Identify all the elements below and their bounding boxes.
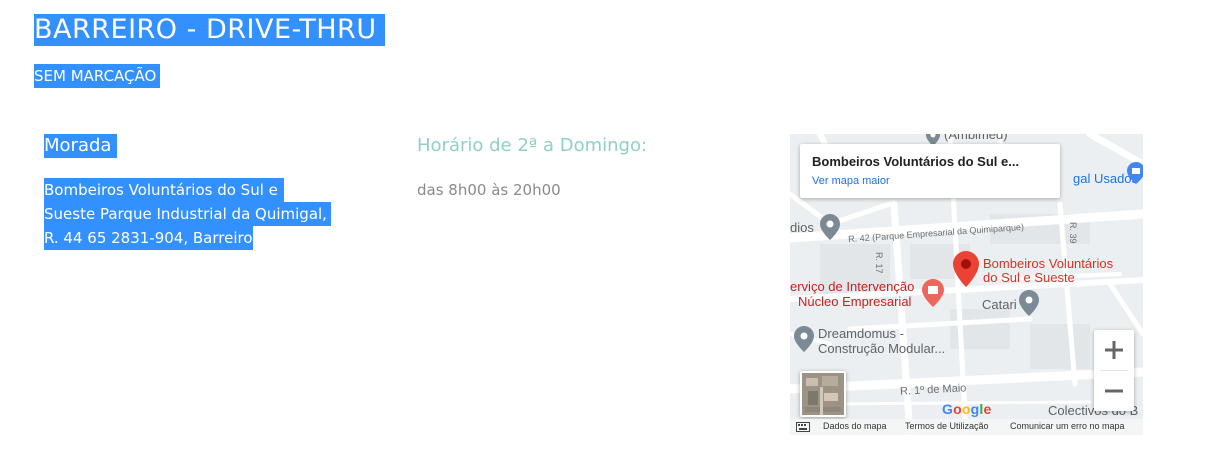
address-line: Bombeiros Voluntários do Sul e (44, 178, 284, 202)
poi-pin-icon[interactable] (1019, 290, 1039, 316)
street-label: R. 39 (1068, 222, 1078, 244)
address-line: Sueste Parque Industrial da Quimigal, (44, 202, 331, 226)
address-heading: Morada (44, 134, 118, 158)
map-place-label: do Sul e Sueste (983, 270, 1075, 285)
minus-icon (1105, 389, 1123, 393)
street-label: R. 17 (874, 252, 884, 274)
map-place-label: Bombeiros Voluntários (983, 256, 1114, 271)
map-place-label: dios (790, 220, 814, 235)
map-info-card: Bombeiros Voluntários do Sul e... Ver ma… (800, 144, 1060, 198)
map-place-label: erviço de Intervenção (790, 279, 915, 294)
shop-pin-icon[interactable] (1127, 162, 1143, 184)
zoom-out-button[interactable] (1094, 371, 1134, 411)
map-place-label: Catari (982, 297, 1017, 312)
plus-icon (1105, 341, 1123, 359)
poi-pin-icon[interactable] (820, 214, 840, 240)
location-pin-icon[interactable] (953, 251, 979, 287)
terms-link[interactable]: Termos de Utilização (905, 421, 989, 431)
map-place-label: Construção Modular... (818, 341, 946, 356)
map-place-label: Núcleo Empresarial (798, 294, 912, 309)
hours-value: das 8h00 às 20h00 (417, 181, 561, 199)
emergency-pin-icon[interactable] (922, 279, 944, 307)
map-place-label: (Ambimed) (944, 134, 1008, 142)
zoom-control (1094, 330, 1134, 411)
view-larger-map-link[interactable]: Ver mapa maior (812, 175, 890, 187)
page-title: BARREIRO - DRIVE-THRU (34, 14, 385, 46)
embedded-map[interactable]: R. 42 (Parque Empresarial da Quimiparque… (790, 134, 1143, 435)
poi-pin-icon[interactable] (794, 326, 814, 352)
map-place-label: Dreamdomus - (818, 326, 904, 341)
page-subtitle: SEM MARCAÇÃO (34, 64, 161, 88)
hours-heading: Horário de 2ª a Domingo: (417, 135, 648, 156)
satellite-view-toggle[interactable] (800, 371, 846, 417)
map-footer: Dados do mapa Termos de Utilização Comun… (790, 419, 1143, 435)
report-error-link[interactable]: Comunicar um erro no mapa (1010, 421, 1125, 431)
address-line: R. 44 65 2831-904, Barreiro (44, 226, 253, 250)
zoom-in-button[interactable] (1094, 330, 1134, 370)
satellite-thumbnail-icon (802, 373, 844, 415)
map-data-link[interactable]: Dados do mapa (823, 421, 887, 431)
keyboard-icon[interactable] (796, 422, 810, 432)
google-logo: Google (942, 401, 992, 417)
map-info-title: Bombeiros Voluntários do Sul e... (812, 154, 1020, 169)
